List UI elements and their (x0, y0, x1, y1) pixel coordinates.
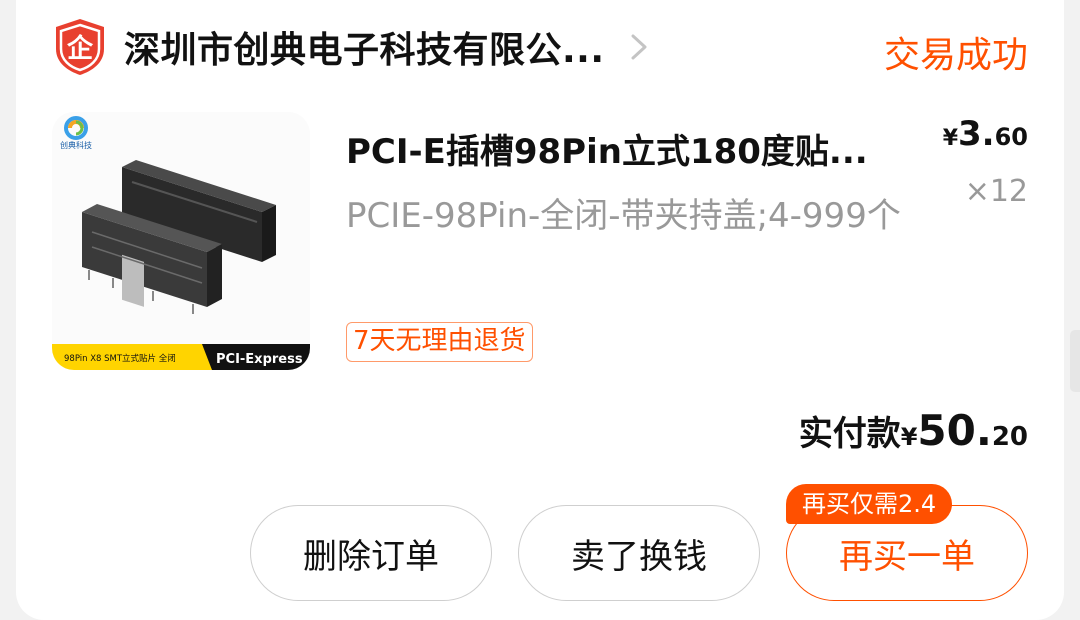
chevron-right-icon[interactable] (627, 32, 651, 62)
product-title[interactable]: PCI-E插槽98Pin立式180度贴... (346, 124, 906, 173)
product-image[interactable]: 创典科技 98Pin X8 SMT立式贴片 全闭 PCI-Express (52, 112, 310, 370)
shop-shield-icon: 企 (52, 17, 108, 77)
price-decimal: 60 (994, 123, 1028, 151)
price-integer: 3. (958, 114, 995, 154)
total-integer: 50. (917, 406, 992, 455)
shop-header[interactable]: 企 深圳市创典电子科技有限公... (52, 16, 752, 78)
shop-logo-char: 企 (67, 33, 94, 64)
delete-order-button[interactable]: 删除订单 (250, 505, 492, 601)
unit-price: ¥3.60 (943, 114, 1028, 154)
image-caption-right: PCI-Express (216, 352, 303, 367)
total-symbol: ¥ (900, 423, 918, 451)
scrollbar[interactable] (1070, 330, 1080, 392)
total-label: 实付款 (798, 414, 901, 454)
rebuy-price-tip: 再买仅需2.4 (786, 484, 953, 524)
total-decimal: 20 (991, 422, 1028, 452)
order-card: 企 深圳市创典电子科技有限公... 交易成功 创典科技 98Pin X8 SMT… (16, 0, 1064, 620)
price-symbol: ¥ (942, 126, 959, 151)
quantity: ×12 (964, 174, 1028, 209)
sell-for-cash-button[interactable]: 卖了换钱 (518, 505, 760, 601)
return-policy-badge: 7天无理由退货 (346, 322, 533, 362)
product-spec: PCIE-98Pin-全闭-带夹持盖;4-999个 (346, 196, 901, 236)
image-caption-left: 98Pin X8 SMT立式贴片 全闭 (64, 353, 176, 364)
brand-name: 创典科技 (60, 140, 92, 150)
shop-name[interactable]: 深圳市创典电子科技有限公... (124, 21, 605, 73)
order-status: 交易成功 (883, 35, 1028, 76)
total-paid: 实付款¥50.20 (799, 406, 1028, 455)
